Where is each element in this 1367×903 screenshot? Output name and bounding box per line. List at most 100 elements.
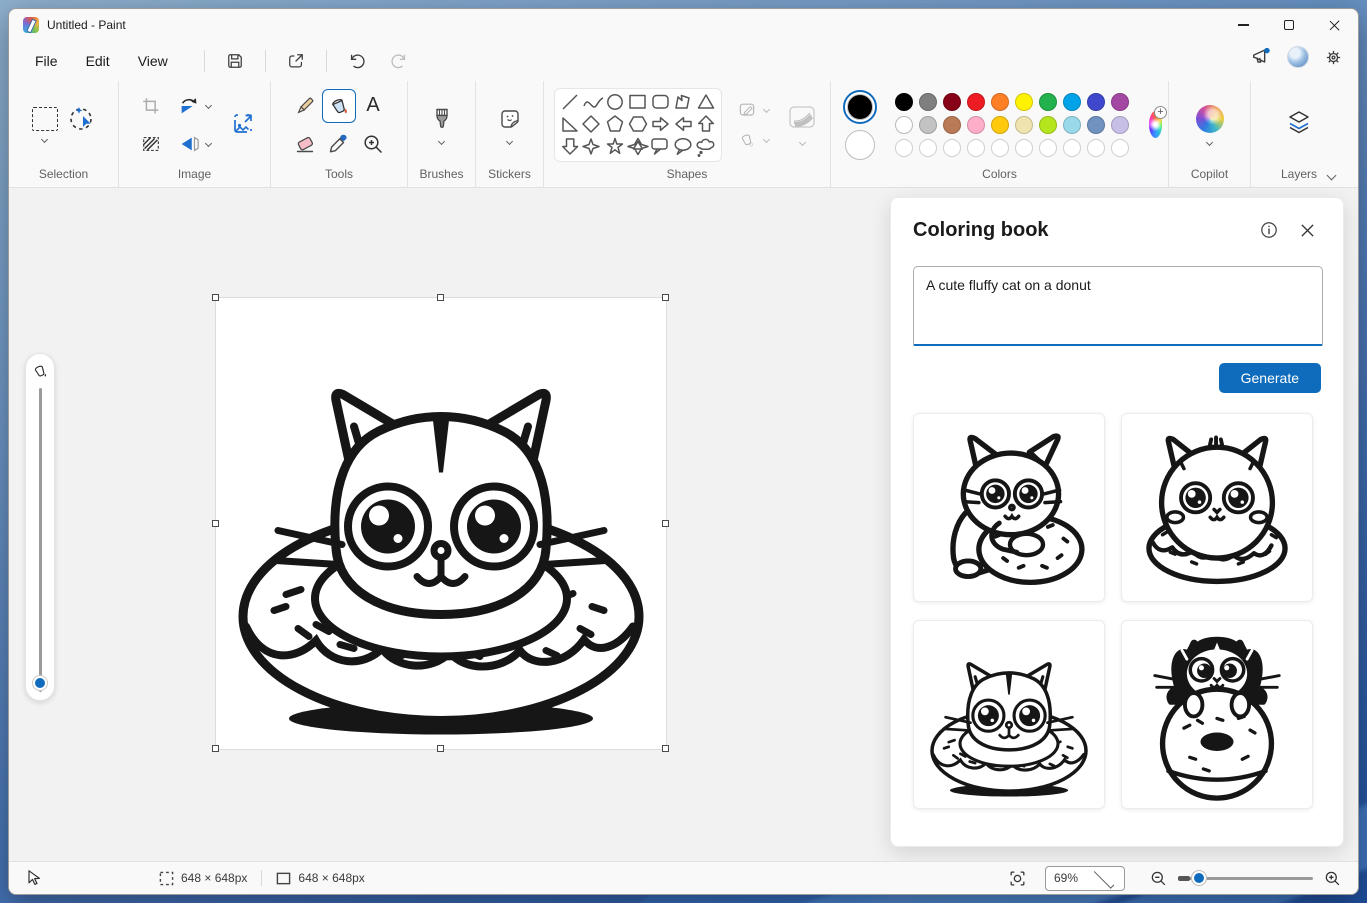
stickers-button[interactable]: [497, 106, 523, 132]
shape-outline-dropdown[interactable]: [736, 100, 769, 120]
menu-edit[interactable]: Edit: [72, 47, 124, 75]
layers-button[interactable]: [1284, 107, 1314, 137]
color-swatch[interactable]: [895, 93, 913, 111]
zoom-in-button[interactable]: [1323, 869, 1342, 888]
thumbnail-fluffy-cat-behind-donut[interactable]: [1121, 620, 1313, 809]
color-swatch[interactable]: [967, 116, 985, 134]
text-tool-button[interactable]: A: [366, 94, 379, 117]
share-button[interactable]: [278, 46, 314, 76]
color-swatch[interactable]: [1015, 93, 1033, 111]
redo-button[interactable]: [381, 46, 417, 76]
copilot-dropdown-chevron[interactable]: [1206, 138, 1213, 145]
selection-handle[interactable]: [212, 294, 219, 301]
resize-image-button[interactable]: [228, 110, 258, 140]
color-swatch[interactable]: [1087, 116, 1105, 134]
selection-handle[interactable]: [437, 745, 444, 752]
color-swatch[interactable]: [967, 93, 985, 111]
color-swatch-empty[interactable]: [967, 139, 985, 157]
zoom-slider-thumb[interactable]: [1192, 871, 1206, 885]
brushes-dropdown-chevron[interactable]: [438, 137, 445, 144]
panel-close-button[interactable]: [1293, 216, 1321, 244]
stickers-dropdown-chevron[interactable]: [506, 137, 513, 144]
zoom-out-button[interactable]: [1149, 869, 1168, 888]
pencil-button[interactable]: [293, 94, 317, 118]
save-button[interactable]: [217, 46, 253, 76]
color-swatch[interactable]: [1087, 93, 1105, 111]
color-swatch-empty[interactable]: [1063, 139, 1081, 157]
fit-to-screen-button[interactable]: [1008, 869, 1027, 888]
color-swatch[interactable]: [1015, 116, 1033, 134]
color-wheel-add-button[interactable]: +: [1149, 111, 1162, 138]
pattern-button[interactable]: [140, 133, 162, 155]
maximize-button[interactable]: [1266, 9, 1312, 41]
selection-handle[interactable]: [212, 520, 219, 527]
color-swatch-empty[interactable]: [919, 139, 937, 157]
color-swatch[interactable]: [943, 93, 961, 111]
crop-button[interactable]: [140, 95, 162, 117]
magnifier-button[interactable]: [361, 132, 385, 156]
color-swatch[interactable]: [919, 116, 937, 134]
paint-canvas[interactable]: [216, 298, 666, 749]
color-swatch-empty[interactable]: [991, 139, 1009, 157]
stroke-width-icon[interactable]: [787, 104, 817, 130]
color-swatch[interactable]: [991, 93, 1009, 111]
eraser-button[interactable]: [293, 132, 317, 156]
color-swatch[interactable]: [919, 93, 937, 111]
color-swatch[interactable]: [943, 116, 961, 134]
undo-button[interactable]: [339, 46, 375, 76]
flip-dropdown-chevron[interactable]: [204, 140, 211, 147]
color-swatch-empty[interactable]: [1087, 139, 1105, 157]
menu-file[interactable]: File: [21, 47, 72, 75]
selection-handle[interactable]: [437, 294, 444, 301]
primary-color-selected[interactable]: [843, 90, 877, 124]
selection-handle[interactable]: [212, 745, 219, 752]
fill-tolerance-thumb[interactable]: [33, 676, 47, 690]
thumbnail-cat-hugging-donut[interactable]: [913, 413, 1105, 602]
color-swatch-empty[interactable]: [1039, 139, 1057, 157]
menu-view[interactable]: View: [124, 47, 182, 75]
settings-button[interactable]: [1323, 47, 1344, 68]
rotate-dropdown-chevron[interactable]: [204, 102, 211, 109]
fill-tolerance-track[interactable]: [39, 388, 42, 692]
zoom-dropdown[interactable]: 69%: [1045, 866, 1125, 891]
color-swatch[interactable]: [1063, 93, 1081, 111]
color-swatch[interactable]: [991, 116, 1009, 134]
rotate-button[interactable]: [177, 95, 211, 117]
shapes-gallery[interactable]: [554, 88, 722, 162]
selection-handle[interactable]: [662, 520, 669, 527]
free-select-button[interactable]: [66, 103, 96, 133]
color-swatch[interactable]: [1111, 93, 1129, 111]
brushes-button[interactable]: [430, 106, 454, 132]
rect-select-button[interactable]: [32, 107, 58, 131]
color-swatch[interactable]: [1039, 116, 1057, 134]
selection-dropdown-chevron[interactable]: [41, 136, 48, 143]
copilot-icon[interactable]: [1196, 105, 1224, 133]
color-swatch-empty[interactable]: [1015, 139, 1033, 157]
color-swatch-empty[interactable]: [895, 139, 913, 157]
selection-handle[interactable]: [662, 745, 669, 752]
selection-size-icon: [159, 871, 174, 886]
color-swatch-empty[interactable]: [1111, 139, 1129, 157]
color-swatch[interactable]: [895, 116, 913, 134]
info-button[interactable]: [1255, 216, 1283, 244]
zoom-slider[interactable]: [1178, 877, 1313, 880]
thumbnail-cat-in-donut[interactable]: [913, 620, 1105, 809]
shape-fill-dropdown[interactable]: 0: [736, 130, 769, 150]
generate-button[interactable]: Generate: [1219, 363, 1321, 393]
account-avatar[interactable]: [1287, 46, 1309, 68]
color-swatch[interactable]: [1063, 116, 1081, 134]
color-swatch[interactable]: [1111, 116, 1129, 134]
flip-button[interactable]: [177, 133, 211, 155]
thumbnail-round-cat-on-donut[interactable]: [1121, 413, 1313, 602]
color-swatch[interactable]: [1039, 93, 1057, 111]
secondary-color-swatch[interactable]: [845, 130, 875, 160]
eyedropper-button[interactable]: [327, 132, 351, 156]
close-button[interactable]: [1312, 9, 1358, 41]
fill-tool-button-selected[interactable]: [322, 89, 356, 123]
fill-tolerance-slider[interactable]: [25, 353, 55, 701]
selection-handle[interactable]: [662, 294, 669, 301]
minimize-button[interactable]: [1220, 9, 1266, 41]
feedback-button[interactable]: [1249, 46, 1273, 68]
prompt-input[interactable]: A cute fluffy cat on a donut: [913, 266, 1323, 346]
color-swatch-empty[interactable]: [943, 139, 961, 157]
